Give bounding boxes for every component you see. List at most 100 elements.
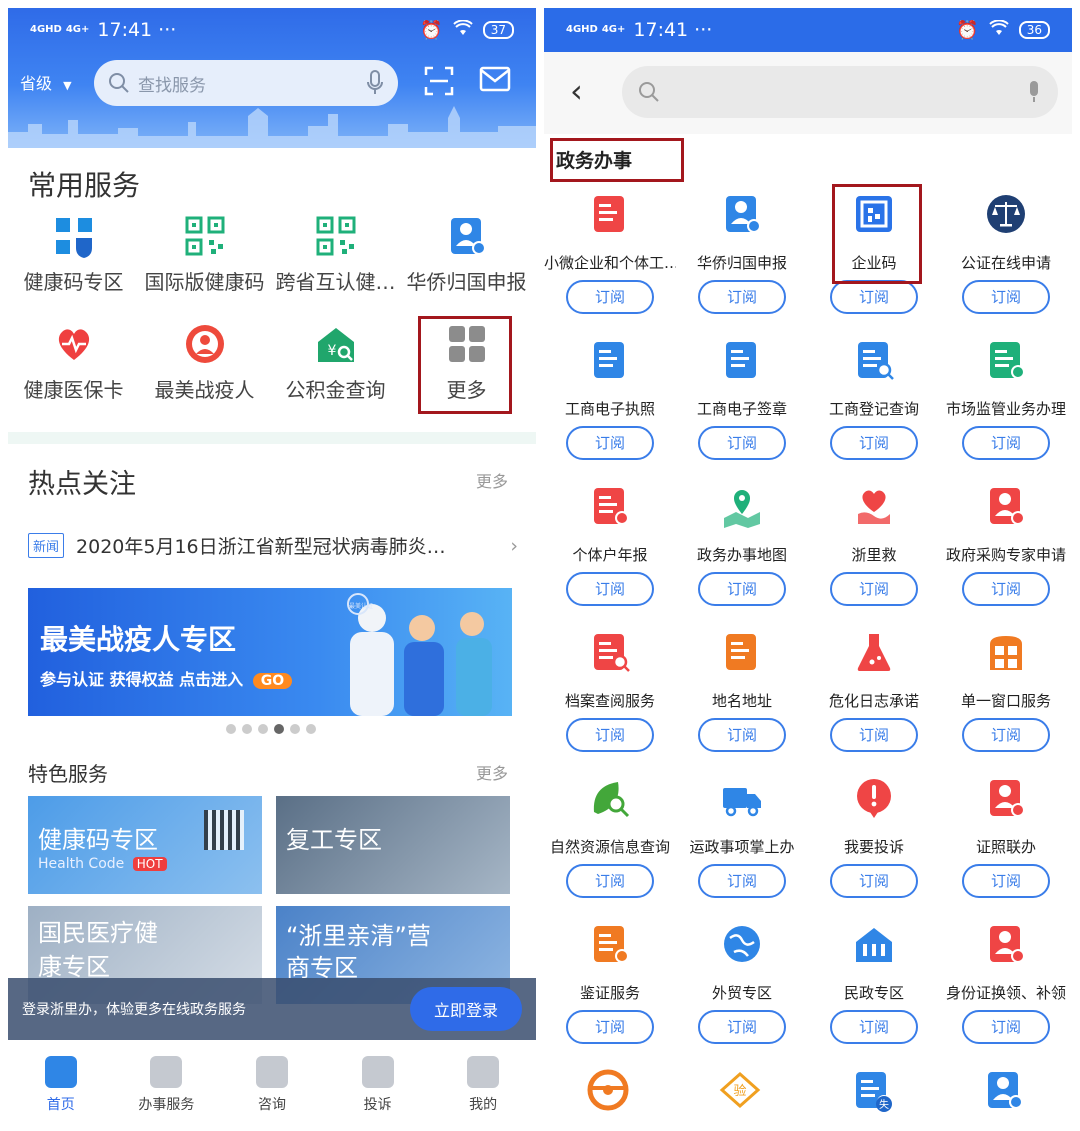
service-item[interactable]: 公证在线申请 订阅 [940, 190, 1072, 314]
subscribe-button[interactable]: 订阅 [566, 280, 654, 314]
service-item[interactable]: 政府采购专家申请 订阅 [940, 482, 1072, 606]
featured-card-work-resumption[interactable]: 复工专区 [276, 796, 510, 894]
service-item[interactable]: 运政事项掌上办 订阅 [676, 774, 808, 898]
service-item[interactable]: 单一窗口服务 订阅 [940, 628, 1072, 752]
tab-document[interactable]: 办事服务 [114, 1048, 220, 1128]
tab-shield[interactable]: 投诉 [325, 1048, 431, 1128]
common-service-item[interactable]: 健康医保卡 [8, 322, 139, 403]
common-service-item[interactable]: 华侨归国申报 [401, 214, 532, 295]
scan-icon[interactable] [422, 66, 456, 100]
subscribe-button[interactable]: 订阅 [566, 426, 654, 460]
subscribe-button[interactable]: 订阅 [698, 572, 786, 606]
subscribe-button[interactable]: 订阅 [566, 718, 654, 752]
province-selector[interactable]: 省级 ▼ [20, 70, 72, 94]
service-label: 健康码专区 [23, 270, 124, 294]
id-renew-icon [982, 920, 1030, 968]
service-item[interactable]: 民政专区 订阅 [808, 920, 940, 1044]
subscribe-button[interactable]: 订阅 [830, 1010, 918, 1044]
login-button[interactable]: 立即登录 [409, 987, 522, 1031]
subscribe-button[interactable]: 订阅 [698, 280, 786, 314]
service-label: 工商电子签章 [696, 400, 787, 418]
service-item[interactable]: 自然资源信息查询 订阅 [544, 774, 676, 898]
service-label: 危化日志承诺 [828, 692, 919, 710]
service-item[interactable]: 外贸专区 订阅 [676, 920, 808, 1044]
mail-icon[interactable] [478, 66, 512, 100]
tab-chat[interactable]: 咨询 [219, 1048, 325, 1128]
featured-more-link[interactable]: 更多 [476, 760, 508, 784]
subscribe-button[interactable]: 订阅 [830, 572, 918, 606]
common-service-item[interactable]: 最美战疫人 [139, 322, 270, 403]
featured-card-health-code[interactable]: 健康码专区 Health Code HOT [28, 796, 262, 894]
hot-more-link[interactable]: 更多 [476, 468, 508, 492]
microphone-icon[interactable] [366, 70, 384, 96]
service-label: 鉴证服务 [579, 984, 640, 1002]
search-input[interactable]: 查找服务 [94, 60, 398, 106]
subscribe-button[interactable]: 订阅 [698, 864, 786, 898]
clock: 17:41 [633, 19, 689, 41]
tab-user[interactable]: 我的 [430, 1048, 536, 1128]
common-service-item[interactable]: 跨省互认健… [270, 214, 401, 295]
service-item[interactable]: 工商登记查询 订阅 [808, 336, 940, 460]
subscribe-button[interactable]: 订阅 [698, 1010, 786, 1044]
service-item[interactable]: 证照联办 订阅 [940, 774, 1072, 898]
badge-stamp-text: 最美认证 [349, 602, 373, 610]
service-item[interactable]: 工商电子执照 订阅 [544, 336, 676, 460]
card-title: “浙里亲清”营商专区 [286, 922, 431, 982]
subscribe-button[interactable]: 订阅 [962, 426, 1050, 460]
service-item[interactable]: 浙里救 订阅 [808, 482, 940, 606]
news-item[interactable]: 新闻 2020年5月16日浙江省新型冠状病毒肺炎… › [28, 532, 518, 559]
service-item[interactable]: 身份证换领、补领 订阅 [940, 920, 1072, 1044]
steering-wheel-icon[interactable] [586, 1068, 630, 1116]
subscribe-button[interactable]: 订阅 [830, 426, 918, 460]
service-label: 浙里救 [851, 546, 897, 564]
service-item[interactable]: 地名地址 订阅 [676, 628, 808, 752]
subscribe-button[interactable]: 订阅 [566, 864, 654, 898]
person-id-icon[interactable] [982, 1068, 1026, 1116]
bottom-tab-bar: 首页 办事服务 咨询 投诉 我的 [8, 1048, 536, 1128]
tab-label: 咨询 [257, 1097, 286, 1113]
signal-label: 4GHD [566, 24, 598, 35]
service-label: 地名地址 [711, 692, 772, 710]
back-arrow-icon[interactable]: ‹ [570, 72, 583, 110]
common-service-item[interactable]: 健康码专区 [8, 214, 139, 295]
subscribe-button[interactable]: 订阅 [698, 718, 786, 752]
service-item[interactable]: 我要投诉 订阅 [808, 774, 940, 898]
service-item[interactable]: 政务办事地图 订阅 [676, 482, 808, 606]
notification-dots: ··· [158, 19, 177, 41]
carousel-dot [290, 724, 300, 734]
right-phone-screen: 4GHD 4G+ 17:41 ··· ⏰ 36 ‹ 政务办事 小微企业和个体工… [544, 8, 1072, 1128]
subscribe-button[interactable]: 订阅 [830, 280, 918, 314]
search-input[interactable] [622, 66, 1058, 118]
alert-icon [850, 774, 898, 822]
service-label: 个体户年报 [572, 546, 648, 564]
service-item[interactable]: 危化日志承诺 订阅 [808, 628, 940, 752]
subscribe-button[interactable]: 订阅 [830, 718, 918, 752]
common-service-item[interactable]: 国际版健康码 [139, 214, 270, 295]
subscribe-button[interactable]: 订阅 [830, 864, 918, 898]
banner-subtitle-text: 参与认证 获得权益 点击进入 [40, 670, 244, 689]
caret-down-icon: ▼ [63, 79, 72, 92]
common-service-item[interactable]: ¥ 公积金查询 [270, 322, 401, 403]
service-item[interactable]: 小微企业和个体工… 订阅 [544, 190, 676, 314]
tab-home[interactable]: 首页 [8, 1048, 114, 1128]
service-item[interactable]: 工商电子签章 订阅 [676, 336, 808, 460]
service-label: 市场监管业务办理 [945, 400, 1066, 418]
subscribe-button[interactable]: 订阅 [698, 426, 786, 460]
subscribe-button[interactable]: 订阅 [566, 1010, 654, 1044]
subscribe-button[interactable]: 订阅 [962, 864, 1050, 898]
microphone-icon[interactable] [1026, 80, 1042, 104]
service-item[interactable]: 个体户年报 订阅 [544, 482, 676, 606]
health-code-icon [52, 214, 96, 258]
service-item[interactable]: 市场监管业务办理 订阅 [940, 336, 1072, 460]
inspection-icon[interactable]: 验 [718, 1068, 762, 1116]
promo-banner[interactable]: 最美战疫人专区 参与认证 获得权益 点击进入 GO 最美认证 [28, 588, 512, 716]
lost-card-icon[interactable]: 失 [850, 1068, 894, 1116]
subscribe-button[interactable]: 订阅 [962, 280, 1050, 314]
service-item[interactable]: 鉴证服务 订阅 [544, 920, 676, 1044]
subscribe-button[interactable]: 订阅 [962, 718, 1050, 752]
subscribe-button[interactable]: 订阅 [962, 572, 1050, 606]
service-item[interactable]: 档案查阅服务 订阅 [544, 628, 676, 752]
subscribe-button[interactable]: 订阅 [566, 572, 654, 606]
subscribe-button[interactable]: 订阅 [962, 1010, 1050, 1044]
service-item[interactable]: 华侨归国申报 订阅 [676, 190, 808, 314]
